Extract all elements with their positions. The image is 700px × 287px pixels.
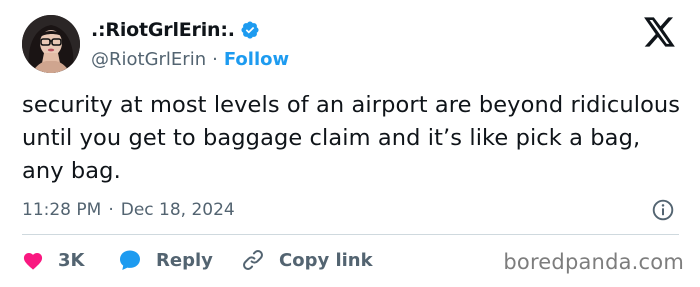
timestamp-separator: ·	[108, 200, 114, 220]
copy-link-button[interactable]: Copy link	[241, 248, 373, 272]
like-button[interactable]: 3K	[22, 250, 118, 271]
separator-dot: ·	[212, 48, 218, 70]
author-name-row: .:RiotGrlErin:.	[91, 17, 260, 43]
reply-label: Reply	[156, 249, 213, 271]
avatar-image	[22, 15, 80, 73]
tweet-text: security at most levels of an airport ar…	[22, 92, 681, 184]
display-name[interactable]: .:RiotGrlErin:.	[91, 19, 235, 41]
avatar[interactable]	[22, 15, 80, 73]
follow-button[interactable]: Follow	[224, 49, 289, 70]
link-icon	[243, 250, 263, 270]
timestamp-row[interactable]: 11:28 PM · Dec 18, 2024	[22, 197, 235, 223]
verified-badge-icon	[241, 21, 259, 39]
tweet-time[interactable]: 11:28 PM	[22, 200, 101, 220]
handle[interactable]: @RiotGrlErin	[91, 49, 206, 70]
copy-link-label: Copy link	[279, 249, 373, 271]
x-logo-icon[interactable]	[644, 17, 676, 47]
handle-row: @RiotGrlErin · Follow	[91, 47, 289, 71]
tweet-date[interactable]: Dec 18, 2024	[121, 200, 235, 220]
watermark: boredpanda.com	[503, 250, 684, 274]
reply-bubble-icon	[120, 250, 140, 270]
like-count: 3K	[58, 249, 85, 271]
info-icon[interactable]	[651, 198, 675, 222]
action-bar: 3K Reply Copy link	[22, 246, 373, 274]
divider	[22, 234, 679, 235]
reply-button[interactable]: Reply	[118, 249, 241, 271]
heart-icon	[23, 252, 43, 270]
